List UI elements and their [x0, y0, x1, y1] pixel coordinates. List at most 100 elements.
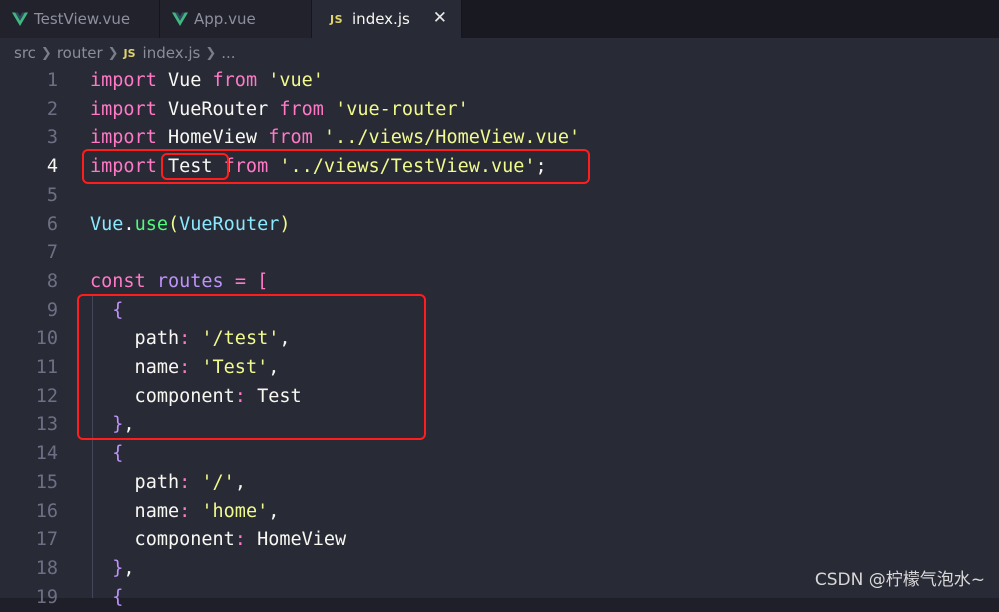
code-token: import: [90, 127, 157, 149]
code-line[interactable]: 2 import VueRouter from 'vue-router': [0, 96, 999, 125]
code-line[interactable]: 15 path: '/',: [0, 469, 999, 498]
breadcrumb: src ❯ router ❯ JS index.js ❯ ...: [0, 38, 999, 68]
js-icon: JS: [123, 46, 136, 60]
watermark: CSDN @柠檬气泡水~: [814, 570, 985, 590]
code-token: Vue: [90, 213, 124, 235]
line-number: 10: [35, 328, 58, 350]
vue-icon: [172, 12, 188, 26]
tab-index-js[interactable]: JS index.js ✕: [312, 0, 462, 38]
code-line[interactable]: 5: [0, 182, 999, 211]
highlight-box-import: [82, 149, 590, 184]
code-line[interactable]: 7: [0, 239, 999, 268]
line-code: Vue.use(VueRouter): [90, 211, 291, 240]
code-token: name: [90, 500, 180, 522]
line-code: import Vue from 'vue': [90, 67, 324, 96]
line-number: 5: [46, 184, 58, 206]
code-token: import: [90, 98, 157, 120]
line-code: {: [90, 440, 123, 469]
line-number: 16: [35, 500, 58, 522]
line-number: 13: [35, 414, 58, 436]
line-number: 2: [46, 98, 58, 120]
code-line[interactable]: 6 Vue.use(VueRouter): [0, 211, 999, 240]
chevron-right-icon: ❯: [107, 45, 119, 61]
code-token: :: [179, 471, 191, 493]
code-token: from: [268, 127, 313, 149]
chevron-right-icon: ❯: [40, 45, 52, 61]
code-line[interactable]: 17 component: HomeView: [0, 526, 999, 555]
code-token: =: [234, 270, 246, 292]
code-line[interactable]: 1 import Vue from 'vue': [0, 67, 999, 96]
line-number: 6: [46, 213, 58, 235]
code-token: import: [90, 70, 157, 91]
line-number: 8: [46, 270, 58, 292]
code-token: VueRouter: [156, 98, 280, 120]
breadcrumb-item-file[interactable]: index.js: [143, 44, 201, 62]
line-code: import VueRouter from 'vue-router': [90, 96, 469, 125]
code-token: }: [112, 557, 124, 579]
code-token: 'vue': [268, 70, 324, 91]
line-number: 12: [35, 385, 58, 407]
code-token: '../views/HomeView.vue': [323, 127, 581, 149]
highlight-box-test-identifier: [161, 153, 229, 180]
code-token: VueRouter: [179, 213, 280, 235]
code-token: HomeView: [245, 529, 347, 551]
code-token: :: [179, 500, 191, 522]
line-code: const routes = [: [90, 268, 268, 297]
code-token: '/': [201, 471, 235, 493]
js-icon: JS: [330, 12, 344, 26]
code-token: {: [112, 586, 124, 608]
code-line[interactable]: 14 {: [0, 440, 999, 469]
code-token: {: [112, 443, 124, 465]
code-line[interactable]: 16 name: 'home',: [0, 498, 999, 527]
code-token: path: [90, 471, 180, 493]
code-token: :: [234, 529, 246, 551]
code-token: ,: [268, 500, 280, 522]
tab-testview[interactable]: TestView.vue: [0, 0, 160, 38]
code-token: ,: [123, 557, 135, 579]
breadcrumb-item-src[interactable]: src: [14, 44, 36, 62]
line-number: 14: [35, 443, 58, 465]
code-token: use: [134, 213, 168, 235]
code-token: from: [279, 98, 324, 120]
tab-label: index.js: [352, 10, 410, 28]
code-token: 'home': [201, 500, 269, 522]
line-code: path: '/',: [90, 469, 246, 498]
line-code: name: 'home',: [90, 498, 280, 527]
line-number: 1: [46, 70, 58, 91]
code-token: ): [279, 213, 291, 235]
code-token: [: [257, 270, 269, 292]
line-number: 15: [35, 471, 58, 493]
code-token: from: [212, 70, 258, 91]
line-number: 9: [46, 299, 58, 321]
tab-bar: TestView.vue App.vue JS index.js ✕: [0, 0, 999, 38]
tab-app[interactable]: App.vue: [160, 0, 312, 38]
code-token: (: [167, 213, 180, 235]
vue-icon: [12, 12, 28, 26]
line-number: 11: [35, 357, 58, 378]
breadcrumb-item-router[interactable]: router: [57, 44, 103, 62]
line-code: },: [90, 555, 135, 584]
code-token: const: [90, 270, 146, 292]
line-code: component: HomeView: [90, 526, 347, 555]
line-number: 7: [46, 242, 58, 264]
tab-label: TestView.vue: [34, 10, 131, 28]
close-icon[interactable]: ✕: [433, 8, 447, 28]
line-number: 18: [35, 557, 58, 579]
code-token: component: [90, 529, 235, 551]
line-number: 17: [35, 529, 58, 551]
code-token: ,: [234, 471, 246, 493]
breadcrumb-item-more[interactable]: ...: [221, 44, 235, 62]
code-line[interactable]: 8 const routes = [: [0, 268, 999, 297]
code-token: HomeView: [156, 127, 269, 149]
code-token: .: [123, 213, 135, 235]
